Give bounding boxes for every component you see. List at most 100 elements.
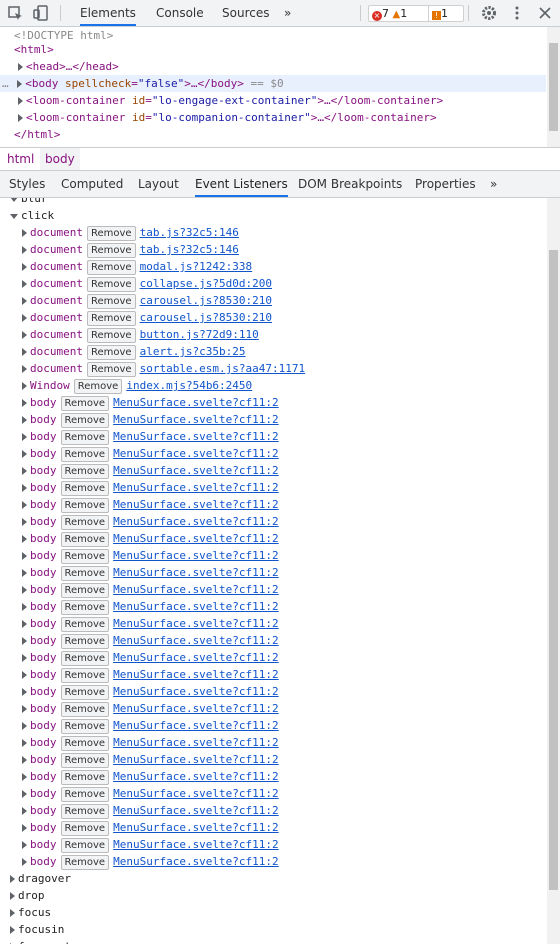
remove-listener-button[interactable]: Remove xyxy=(60,633,110,649)
remove-listener-button[interactable]: Remove xyxy=(60,514,110,530)
inspect-element-icon[interactable] xyxy=(6,4,24,22)
expand-triangle-icon[interactable] xyxy=(22,314,27,322)
remove-listener-button[interactable]: Remove xyxy=(86,327,136,343)
expand-triangle-icon[interactable] xyxy=(22,552,27,560)
listener-row[interactable]: body Remove MenuSurface.svelte?cf11:2 xyxy=(22,700,279,717)
listener-row[interactable]: body Remove MenuSurface.svelte?cf11:2 xyxy=(22,581,279,598)
listener-row[interactable]: body Remove MenuSurface.svelte?cf11:2 xyxy=(22,802,279,819)
expand-triangle-icon[interactable] xyxy=(10,909,15,917)
remove-listener-button[interactable]: Remove xyxy=(60,497,110,513)
remove-listener-button[interactable]: Remove xyxy=(60,786,110,802)
expand-triangle-icon[interactable] xyxy=(22,331,27,339)
listener-row[interactable]: document Remove sortable.esm.js?aa47:1171 xyxy=(22,360,305,377)
expand-triangle-icon[interactable] xyxy=(22,535,27,543)
expand-triangle-icon[interactable] xyxy=(22,620,27,628)
listener-source-link[interactable]: MenuSurface.svelte?cf11:2 xyxy=(113,515,279,528)
event-group-click[interactable]: click xyxy=(10,207,54,224)
event-group[interactable]: focusin xyxy=(10,921,64,938)
listener-row[interactable]: body Remove MenuSurface.svelte?cf11:2 xyxy=(22,785,279,802)
listener-source-link[interactable]: MenuSurface.svelte?cf11:2 xyxy=(113,770,279,783)
listener-source-link[interactable]: MenuSurface.svelte?cf11:2 xyxy=(113,634,279,647)
html-close-node[interactable]: </html> xyxy=(14,126,60,143)
expand-triangle-icon[interactable] xyxy=(22,671,27,679)
expand-triangle-icon[interactable] xyxy=(22,484,27,492)
listener-row[interactable]: body Remove MenuSurface.svelte?cf11:2 xyxy=(22,564,279,581)
event-group[interactable]: focusout xyxy=(10,938,71,944)
listener-row[interactable]: body Remove MenuSurface.svelte?cf11:2 xyxy=(22,547,279,564)
tab-event-listeners[interactable]: Event Listeners xyxy=(195,171,288,197)
listener-source-link[interactable]: MenuSurface.svelte?cf11:2 xyxy=(113,821,279,834)
listener-row[interactable]: body Remove MenuSurface.svelte?cf11:2 xyxy=(22,479,279,496)
expand-triangle-icon[interactable] xyxy=(22,518,27,526)
listener-source-link[interactable]: MenuSurface.svelte?cf11:2 xyxy=(113,719,279,732)
listener-row[interactable]: document Remove carousel.js?8530:210 xyxy=(22,309,272,326)
device-toolbar-icon[interactable] xyxy=(32,4,50,22)
tab-dom-breakpoints[interactable]: DOM Breakpoints xyxy=(298,171,402,197)
remove-listener-button[interactable]: Remove xyxy=(86,361,136,377)
expand-triangle-icon[interactable] xyxy=(22,722,27,730)
tab-elements[interactable]: Elements xyxy=(80,0,136,26)
expand-triangle-icon[interactable] xyxy=(22,586,27,594)
listener-source-link[interactable]: MenuSurface.svelte?cf11:2 xyxy=(113,430,279,443)
listener-source-link[interactable]: MenuSurface.svelte?cf11:2 xyxy=(113,447,279,460)
tab-computed[interactable]: Computed xyxy=(61,171,123,197)
listener-source-link[interactable]: MenuSurface.svelte?cf11:2 xyxy=(113,498,279,511)
listener-row[interactable]: Window Remove index.mjs?54b6:2450 xyxy=(22,377,252,394)
listener-row[interactable]: body Remove MenuSurface.svelte?cf11:2 xyxy=(22,717,279,734)
listener-source-link[interactable]: MenuSurface.svelte?cf11:2 xyxy=(113,413,279,426)
listener-row[interactable]: body Remove MenuSurface.svelte?cf11:2 xyxy=(22,598,279,615)
remove-listener-button[interactable]: Remove xyxy=(86,276,136,292)
listener-source-link[interactable]: MenuSurface.svelte?cf11:2 xyxy=(113,532,279,545)
remove-listener-button[interactable]: Remove xyxy=(86,225,136,241)
event-group[interactable]: drop xyxy=(10,887,45,904)
expand-triangle-icon[interactable] xyxy=(22,399,27,407)
remove-listener-button[interactable]: Remove xyxy=(86,259,136,275)
listener-source-link[interactable]: MenuSurface.svelte?cf11:2 xyxy=(113,464,279,477)
expand-triangle-icon[interactable] xyxy=(22,841,27,849)
listener-row[interactable]: body Remove MenuSurface.svelte?cf11:2 xyxy=(22,530,279,547)
close-devtools-icon[interactable] xyxy=(536,4,554,22)
remove-listener-button[interactable]: Remove xyxy=(86,310,136,326)
more-options-icon[interactable] xyxy=(508,4,526,22)
listener-source-link[interactable]: sortable.esm.js?aa47:1171 xyxy=(140,362,306,375)
collapse-triangle-icon[interactable] xyxy=(10,213,18,219)
remove-listener-button[interactable]: Remove xyxy=(60,480,110,496)
remove-listener-button[interactable]: Remove xyxy=(60,395,110,411)
remove-listener-button[interactable]: Remove xyxy=(60,565,110,581)
expand-triangle-icon[interactable] xyxy=(22,569,27,577)
expand-triangle-icon[interactable] xyxy=(10,926,15,934)
remove-listener-button[interactable]: Remove xyxy=(73,378,123,394)
expand-triangle-icon[interactable] xyxy=(22,688,27,696)
expand-triangle-icon[interactable] xyxy=(22,416,27,424)
event-group[interactable]: dragover xyxy=(10,870,71,887)
expand-triangle-icon[interactable] xyxy=(22,824,27,832)
listener-source-link[interactable]: MenuSurface.svelte?cf11:2 xyxy=(113,804,279,817)
remove-listener-button[interactable]: Remove xyxy=(60,837,110,853)
listener-row[interactable]: document Remove button.js?72d9:110 xyxy=(22,326,259,343)
listener-row[interactable]: body Remove MenuSurface.svelte?cf11:2 xyxy=(22,649,279,666)
remove-listener-button[interactable]: Remove xyxy=(60,412,110,428)
listener-source-link[interactable]: tab.js?32c5:146 xyxy=(140,243,239,256)
listener-source-link[interactable]: MenuSurface.svelte?cf11:2 xyxy=(113,617,279,630)
listener-row[interactable]: body Remove MenuSurface.svelte?cf11:2 xyxy=(22,445,279,462)
issues-badge[interactable]: ! 1 xyxy=(428,5,464,22)
body-node-selected[interactable]: … <body spellcheck="false">…</body> == $… xyxy=(0,75,546,92)
expand-triangle-icon[interactable] xyxy=(22,365,27,373)
listener-source-link[interactable]: MenuSurface.svelte?cf11:2 xyxy=(113,583,279,596)
expand-triangle-icon[interactable] xyxy=(18,97,23,105)
tab-sources[interactable]: Sources xyxy=(222,0,269,26)
remove-listener-button[interactable]: Remove xyxy=(60,667,110,683)
remove-listener-button[interactable]: Remove xyxy=(60,769,110,785)
expand-triangle-icon[interactable] xyxy=(22,790,27,798)
listeners-scrollbar-thumb[interactable] xyxy=(549,250,558,890)
listeners-scrollbar[interactable] xyxy=(547,198,560,944)
listener-row[interactable]: body Remove MenuSurface.svelte?cf11:2 xyxy=(22,394,279,411)
ellipsis-menu-icon[interactable]: … xyxy=(2,77,9,90)
expand-triangle-icon[interactable] xyxy=(22,450,27,458)
remove-listener-button[interactable]: Remove xyxy=(60,616,110,632)
expand-triangle-icon[interactable] xyxy=(22,807,27,815)
breadcrumb-body[interactable]: body xyxy=(40,148,80,170)
dom-tree-scrollbar[interactable] xyxy=(547,27,560,147)
remove-listener-button[interactable]: Remove xyxy=(60,599,110,615)
listener-row[interactable]: document Remove tab.js?32c5:146 xyxy=(22,224,239,241)
